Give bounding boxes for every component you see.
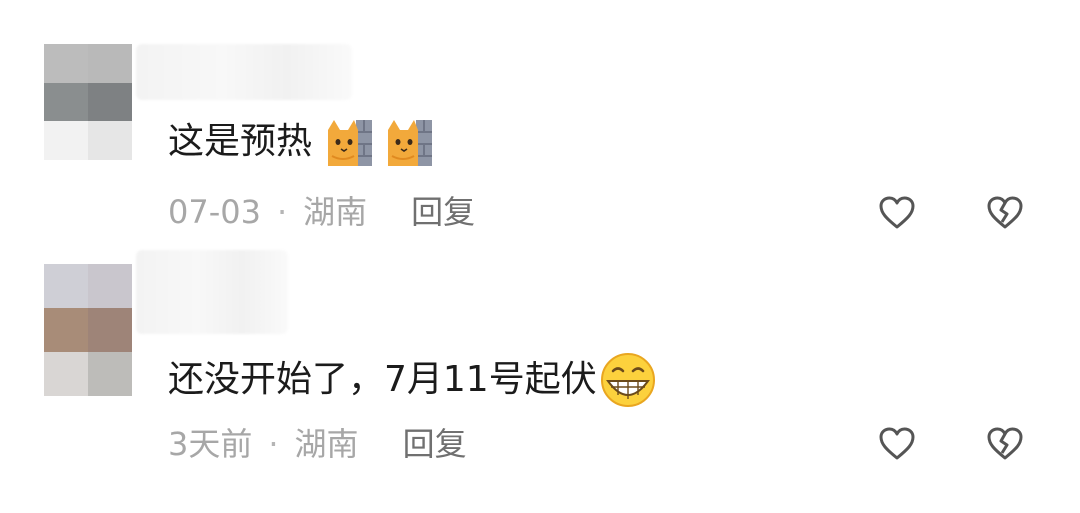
meta-separator: · bbox=[268, 425, 279, 463]
avatar[interactable] bbox=[44, 44, 132, 160]
avatar[interactable] bbox=[44, 264, 132, 396]
comment-meta: 07-03 · 湖南 回复 bbox=[168, 192, 475, 232]
cat-peeking-emoji bbox=[388, 120, 433, 166]
cat-peeking-emoji bbox=[328, 120, 373, 166]
heart-outline-icon[interactable] bbox=[877, 193, 917, 233]
heart-outline-icon[interactable] bbox=[877, 424, 917, 464]
comment-item: 还没开始了，7月11号起伏 3天前 · 湖南 回复 bbox=[0, 250, 1080, 513]
grinning-face-emoji bbox=[600, 353, 655, 407]
comment-location: 湖南 bbox=[294, 425, 359, 463]
reply-button[interactable]: 回复 bbox=[403, 424, 467, 464]
comment-item: 这是预热 07-03 · 湖南 回复 bbox=[0, 0, 1080, 250]
username-blurred[interactable] bbox=[136, 250, 288, 334]
comment-body: 这是预热 bbox=[168, 121, 313, 162]
broken-heart-icon[interactable] bbox=[985, 424, 1025, 464]
reply-button[interactable]: 回复 bbox=[411, 192, 475, 232]
meta-separator: · bbox=[276, 193, 288, 231]
broken-heart-icon[interactable] bbox=[985, 193, 1025, 233]
comment-time: 3天前 bbox=[168, 425, 253, 463]
comment-text: 这是预热 bbox=[168, 116, 433, 168]
comment-location: 湖南 bbox=[303, 193, 368, 231]
comment-meta: 3天前 · 湖南 回复 bbox=[168, 424, 467, 464]
comment-text: 还没开始了，7月11号起伏 bbox=[168, 351, 657, 409]
username-blurred[interactable] bbox=[136, 44, 352, 100]
comment-body: 还没开始了，7月11号起伏 bbox=[168, 359, 597, 400]
comment-time: 07-03 bbox=[168, 193, 261, 231]
